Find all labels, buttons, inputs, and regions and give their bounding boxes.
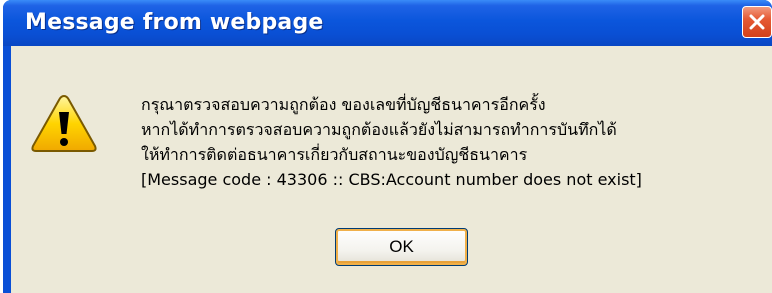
message-line: หากได้ทำการตรวจสอบความถูกต้องแล้วยังไม่ส…: [141, 120, 617, 139]
close-button[interactable]: [742, 6, 772, 38]
dialog-window: Message from webpage กรุณาตรวจสอบความถูก…: [3, 0, 772, 293]
message-line: กรุณาตรวจสอบความถูกต้อง ของเลขที่บัญชีธน…: [141, 95, 546, 114]
message-code-line: [Message code : 43306 :: CBS:Account num…: [141, 170, 642, 189]
title-bar[interactable]: Message from webpage: [3, 0, 772, 46]
dialog-body: กรุณาตรวจสอบความถูกต้อง ของเลขที่บัญชีธน…: [11, 46, 772, 293]
dialog-title: Message from webpage: [25, 10, 324, 35]
message-text: กรุณาตรวจสอบความถูกต้อง ของเลขที่บัญชีธน…: [141, 92, 642, 192]
close-icon: [749, 14, 765, 30]
ok-button[interactable]: OK: [335, 228, 468, 266]
message-line: ให้ทำการติดต่อธนาคารเกี่ยวกับสถานะของบัญ…: [141, 145, 528, 164]
warning-icon: [31, 94, 97, 152]
